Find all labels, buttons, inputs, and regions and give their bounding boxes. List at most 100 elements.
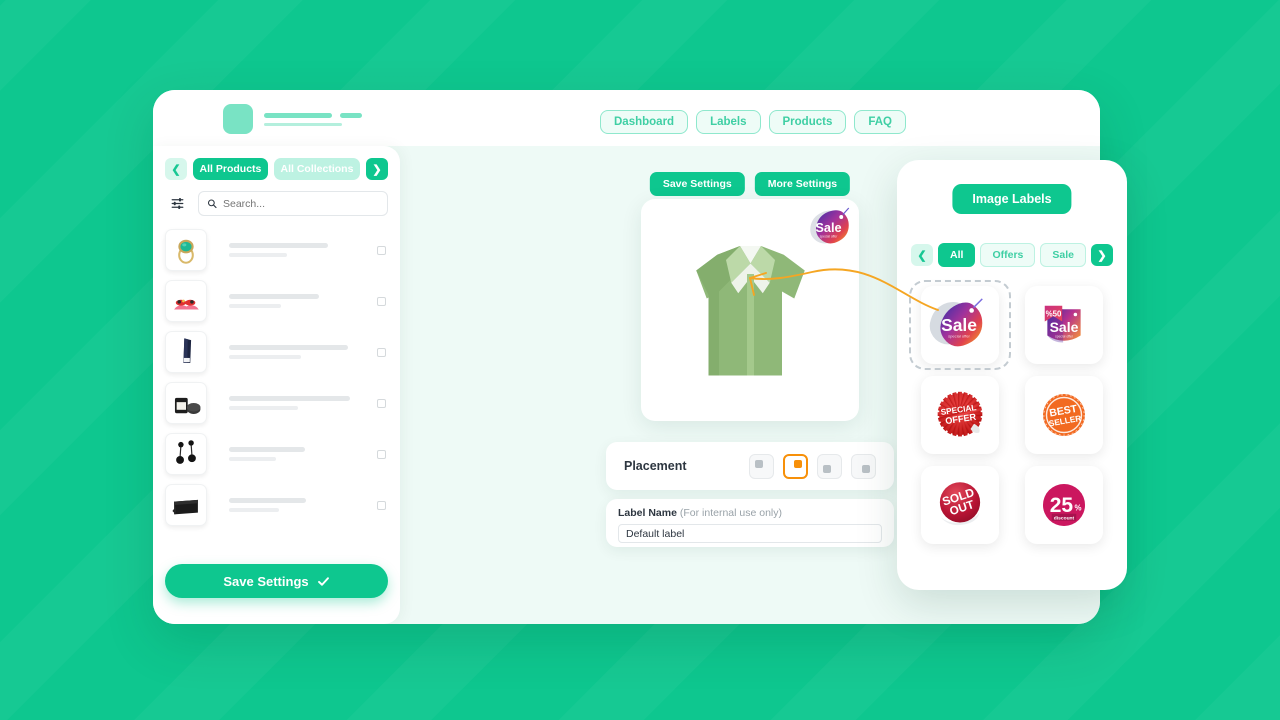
sticker-best-seller[interactable]: BEST SELLER bbox=[1019, 376, 1109, 454]
sticker-sold-out-icon: SOLD OUT bbox=[939, 482, 981, 526]
svg-text:special offer: special offer bbox=[820, 234, 839, 238]
product-checkbox[interactable] bbox=[377, 347, 386, 357]
sale-badge-on-preview: Sale special offer bbox=[810, 207, 850, 244]
labels-filter-sale[interactable]: Sale bbox=[1040, 243, 1087, 267]
sidebar-prev-button[interactable]: ❮ bbox=[165, 158, 187, 180]
product-checkbox[interactable] bbox=[377, 398, 386, 408]
product-thumbnail bbox=[165, 229, 207, 271]
label-name-hint: (For internal use only) bbox=[679, 507, 782, 519]
sticker-sale-50-icon: %50 Sale special offer bbox=[1044, 305, 1081, 343]
labels-next-button[interactable]: ❯ bbox=[1091, 244, 1114, 266]
svg-text:Sale: Sale bbox=[1050, 319, 1079, 335]
sidebar-next-button[interactable]: ❯ bbox=[366, 158, 388, 180]
nav-tab-faq[interactable]: FAQ bbox=[854, 110, 906, 134]
sticker-best-seller-icon: BEST SELLER bbox=[1043, 394, 1085, 436]
sticker-special-offer-icon: SPECIAL OFFER bbox=[937, 391, 983, 437]
label-name-input[interactable]: Default label bbox=[618, 524, 882, 543]
labels-filter-bar: ❮ All Offers Sale ❯ bbox=[911, 243, 1114, 267]
segment-all-collections[interactable]: All Collections bbox=[273, 158, 360, 180]
label-name-card: Label Name (For internal use only) Defau… bbox=[606, 499, 894, 547]
list-item[interactable] bbox=[165, 481, 388, 529]
placement-options bbox=[749, 453, 876, 479]
svg-text:Sale: Sale bbox=[815, 220, 841, 235]
app-header: Dashboard Labels Products FAQ bbox=[153, 90, 1100, 146]
list-item[interactable] bbox=[165, 430, 388, 478]
product-checkbox[interactable] bbox=[377, 296, 386, 306]
placement-option-bottom-left[interactable] bbox=[817, 453, 842, 479]
editor-toolbar: Save Settings More Settings bbox=[649, 172, 851, 196]
product-thumbnail bbox=[165, 280, 207, 322]
product-checkbox[interactable] bbox=[377, 245, 386, 255]
product-checkbox[interactable] bbox=[377, 449, 386, 459]
product-scarf-icon bbox=[183, 338, 192, 364]
product-earrings-icon bbox=[176, 440, 196, 464]
nav-tab-dashboard[interactable]: Dashboard bbox=[600, 110, 689, 134]
labels-filter-all[interactable]: All bbox=[938, 243, 976, 267]
logo-mark-icon bbox=[223, 104, 253, 134]
sticker-25-discount[interactable]: 25 % discount bbox=[1019, 466, 1109, 544]
search-box[interactable] bbox=[198, 191, 388, 216]
more-settings-button[interactable]: More Settings bbox=[754, 172, 851, 196]
labels-grid: Sale special offer %50 Sale special offe… bbox=[909, 280, 1109, 544]
labels-filter-offers[interactable]: Offers bbox=[980, 243, 1036, 267]
list-item[interactable] bbox=[165, 328, 388, 376]
product-text-placeholder bbox=[217, 498, 367, 512]
product-text-placeholder bbox=[217, 294, 367, 308]
svg-text:25: 25 bbox=[1050, 494, 1074, 517]
product-list bbox=[153, 226, 400, 529]
nav-tab-products[interactable]: Products bbox=[768, 110, 847, 134]
search-icon bbox=[207, 199, 217, 209]
label-name-title: Label Name (For internal use only) bbox=[618, 507, 882, 519]
save-settings-button[interactable]: Save Settings bbox=[649, 172, 745, 196]
placement-option-top-left[interactable] bbox=[749, 453, 774, 479]
svg-text:special offer: special offer bbox=[948, 334, 970, 339]
labels-prev-button[interactable]: ❮ bbox=[911, 244, 933, 266]
product-thumbnail bbox=[165, 484, 207, 526]
sticker-sale-50[interactable]: %50 Sale special offer bbox=[1019, 286, 1109, 364]
product-candle-icon bbox=[174, 397, 201, 415]
sticker-sale-gradient[interactable]: Sale special offer bbox=[909, 280, 1011, 370]
product-thumbnail bbox=[165, 382, 207, 424]
placement-option-bottom-right[interactable] bbox=[851, 453, 876, 479]
sticker-sold-out[interactable]: SOLD OUT bbox=[915, 466, 1005, 544]
sidebar-search-row bbox=[153, 180, 400, 216]
product-sandals-icon bbox=[174, 299, 199, 310]
main-navigation: Dashboard Labels Products FAQ bbox=[600, 110, 906, 134]
product-text-placeholder bbox=[217, 447, 367, 461]
product-text-placeholder bbox=[217, 396, 367, 410]
search-input[interactable] bbox=[222, 197, 379, 210]
product-ring-icon bbox=[178, 239, 194, 264]
product-wallet-icon bbox=[172, 499, 198, 515]
product-checkbox[interactable] bbox=[377, 500, 386, 510]
nav-tab-labels[interactable]: Labels bbox=[696, 110, 761, 134]
list-item[interactable] bbox=[165, 277, 388, 325]
list-item[interactable] bbox=[165, 379, 388, 427]
sidebar-save-label: Save Settings bbox=[223, 573, 309, 589]
sticker-25-discount-icon: 25 % discount bbox=[1043, 484, 1085, 526]
placement-card: Placement bbox=[606, 442, 894, 490]
product-preview-card: Sale special offer bbox=[641, 199, 859, 421]
product-thumbnail bbox=[165, 331, 207, 373]
image-labels-panel: Image Labels ❮ All Offers Sale ❯ Sale sp… bbox=[897, 160, 1127, 590]
svg-text:special offer: special offer bbox=[1055, 335, 1074, 339]
filter-button[interactable] bbox=[165, 191, 190, 216]
sticker-special-offer[interactable]: SPECIAL OFFER bbox=[915, 376, 1005, 454]
check-icon bbox=[317, 576, 329, 586]
svg-text:%: % bbox=[1075, 503, 1082, 512]
sidebar-segment-bar: ❮ All Products All Collections ❯ bbox=[153, 146, 400, 180]
placement-option-top-right[interactable] bbox=[783, 453, 808, 479]
products-sidebar: ❮ All Products All Collections ❯ Search.… bbox=[153, 146, 400, 624]
sticker-sale-gradient-icon: Sale special offer bbox=[929, 298, 983, 347]
svg-text:Sale: Sale bbox=[941, 315, 977, 335]
app-logo[interactable] bbox=[223, 104, 362, 134]
product-thumbnail bbox=[165, 433, 207, 475]
segment-all-products[interactable]: All Products bbox=[193, 158, 268, 180]
product-text-placeholder bbox=[217, 345, 367, 359]
sidebar-save-settings-button[interactable]: Save Settings bbox=[165, 564, 388, 598]
placement-label: Placement bbox=[624, 459, 687, 473]
image-labels-title: Image Labels bbox=[952, 184, 1072, 214]
sliders-icon bbox=[171, 197, 184, 210]
svg-text:discount: discount bbox=[1054, 515, 1075, 521]
svg-text:%50: %50 bbox=[1046, 309, 1062, 318]
list-item[interactable] bbox=[165, 226, 388, 274]
